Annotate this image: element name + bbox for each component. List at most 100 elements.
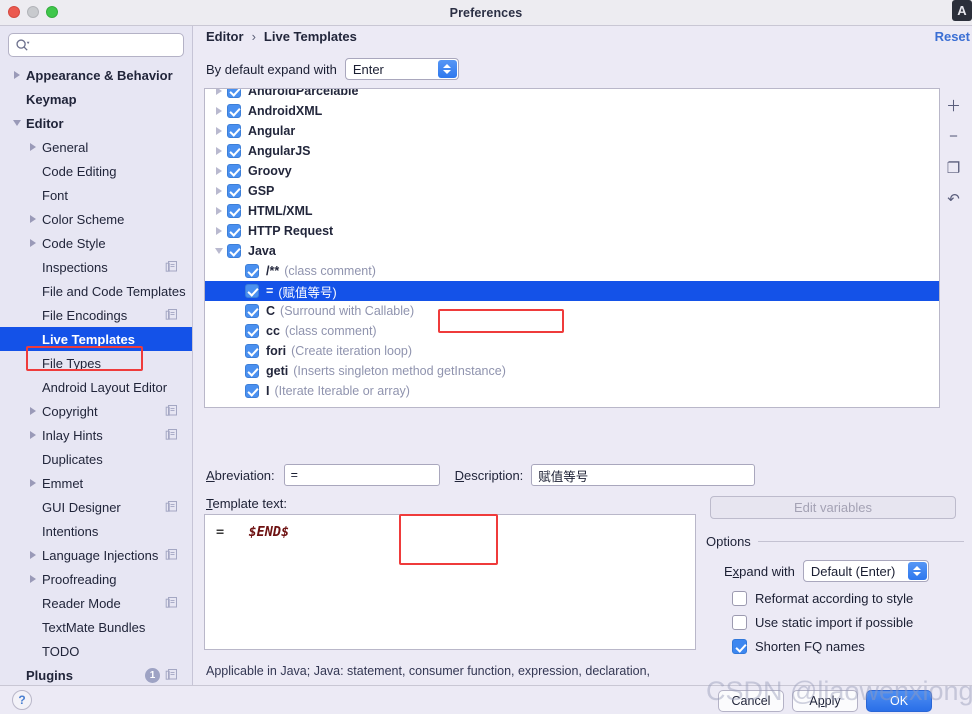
template-row[interactable]: AngularJS — [205, 141, 939, 161]
template-row[interactable]: Groovy — [205, 161, 939, 181]
template-enabled-checkbox[interactable] — [245, 344, 259, 358]
sidebar-item-editor[interactable]: Editor — [0, 111, 192, 135]
apply-button[interactable]: Ap ply — [792, 690, 858, 712]
chevron-right-icon[interactable] — [211, 227, 227, 235]
template-enabled-checkbox[interactable] — [227, 124, 241, 138]
edit-variables-button[interactable]: Edit variables — [710, 496, 956, 519]
option-checkbox-row[interactable]: Shorten FQ names — [706, 639, 964, 654]
option-checkbox[interactable] — [732, 591, 747, 606]
copy-settings-icon[interactable] — [165, 260, 178, 273]
sidebar-item-file-types[interactable]: File Types — [0, 351, 192, 375]
duplicate-template-button[interactable]: ❐ — [944, 158, 963, 177]
sidebar-item-keymap[interactable]: Keymap — [0, 87, 192, 111]
template-enabled-checkbox[interactable] — [227, 244, 241, 258]
remove-template-button[interactable]: − — [944, 127, 963, 146]
stepper-icon[interactable] — [437, 60, 457, 78]
revert-template-button[interactable]: ↶ — [944, 189, 963, 208]
template-enabled-checkbox[interactable] — [245, 264, 259, 278]
sidebar-item-emmet[interactable]: Emmet — [0, 471, 192, 495]
chevron-right-icon[interactable] — [211, 107, 227, 115]
template-row[interactable]: cc (class comment) — [205, 321, 939, 341]
maximize-button[interactable] — [46, 6, 58, 18]
template-enabled-checkbox[interactable] — [245, 304, 259, 318]
sidebar-item-duplicates[interactable]: Duplicates — [0, 447, 192, 471]
template-row[interactable]: AndroidXML — [205, 101, 939, 121]
copy-settings-icon[interactable] — [165, 668, 178, 681]
template-row[interactable]: I (Iterate Iterable or array) — [205, 381, 939, 401]
chevron-right-icon[interactable] — [26, 572, 40, 586]
copy-settings-icon[interactable] — [165, 548, 178, 561]
chevron-right-icon[interactable] — [211, 147, 227, 155]
option-checkbox-row[interactable]: Reformat according to style — [706, 591, 964, 606]
ok-button[interactable]: OK — [866, 690, 932, 712]
option-checkbox-row[interactable]: Use static import if possible — [706, 615, 964, 630]
copy-settings-icon[interactable] — [165, 428, 178, 441]
sidebar-item-gui-designer[interactable]: GUI Designer — [0, 495, 192, 519]
template-enabled-checkbox[interactable] — [245, 284, 259, 298]
template-row[interactable]: HTML/XML — [205, 201, 939, 221]
template-enabled-checkbox[interactable] — [227, 89, 241, 98]
stepper-icon[interactable] — [907, 562, 927, 580]
sidebar-item-android-layout-editor[interactable]: Android Layout Editor — [0, 375, 192, 399]
sidebar-item-font[interactable]: Font — [0, 183, 192, 207]
chevron-right-icon[interactable] — [211, 207, 227, 215]
template-enabled-checkbox[interactable] — [245, 364, 259, 378]
sidebar-item-proofreading[interactable]: Proofreading — [0, 567, 192, 591]
chevron-right-icon[interactable] — [26, 404, 40, 418]
template-enabled-checkbox[interactable] — [227, 164, 241, 178]
search-input[interactable] — [33, 37, 183, 53]
minimize-button[interactable] — [27, 6, 39, 18]
sidebar-item-textmate-bundles[interactable]: TextMate Bundles — [0, 615, 192, 639]
template-enabled-checkbox[interactable] — [227, 184, 241, 198]
sidebar-item-appearance-behavior[interactable]: Appearance & Behavior — [0, 63, 192, 87]
default-expand-select[interactable]: Enter — [344, 58, 459, 80]
sidebar-item-inlay-hints[interactable]: Inlay Hints — [0, 423, 192, 447]
reset-link[interactable]: Reset — [935, 29, 970, 44]
chevron-right-icon[interactable] — [211, 127, 227, 135]
copy-settings-icon[interactable] — [165, 596, 178, 609]
template-row[interactable]: fori (Create iteration loop) — [205, 341, 939, 361]
sidebar-item-inspections[interactable]: Inspections — [0, 255, 192, 279]
sidebar-item-code-style[interactable]: Code Style — [0, 231, 192, 255]
template-enabled-checkbox[interactable] — [227, 144, 241, 158]
template-row[interactable]: /** (class comment) — [205, 261, 939, 281]
option-checkbox[interactable] — [732, 639, 747, 654]
sidebar-item-plugins[interactable]: Plugins 1 — [0, 663, 192, 685]
chevron-right-icon[interactable] — [26, 476, 40, 490]
template-row[interactable]: GSP — [205, 181, 939, 201]
sidebar-item-intentions[interactable]: Intentions — [0, 519, 192, 543]
sidebar-item-code-editing[interactable]: Code Editing — [0, 159, 192, 183]
sidebar-item-file-and-code-templates[interactable]: File and Code Templates — [0, 279, 192, 303]
cancel-button[interactable]: Cancel — [718, 690, 784, 712]
chevron-right-icon[interactable] — [211, 89, 227, 95]
sidebar-item-language-injections[interactable]: Language Injections — [0, 543, 192, 567]
chevron-right-icon[interactable] — [26, 548, 40, 562]
template-enabled-checkbox[interactable] — [245, 384, 259, 398]
template-row[interactable]: Angular — [205, 121, 939, 141]
sidebar-item-todo[interactable]: TODO — [0, 639, 192, 663]
chevron-right-icon[interactable] — [26, 140, 40, 154]
template-enabled-checkbox[interactable] — [245, 324, 259, 338]
close-button[interactable] — [8, 6, 20, 18]
chevron-right-icon[interactable] — [211, 187, 227, 195]
description-input[interactable]: 赋值等号 — [531, 464, 756, 486]
option-expand-with-select[interactable]: Default (Enter) — [802, 560, 929, 582]
option-checkbox[interactable] — [732, 615, 747, 630]
chevron-right-icon[interactable] — [26, 236, 40, 250]
search-box[interactable] — [8, 33, 184, 57]
add-template-button[interactable]: ＋ — [944, 96, 963, 115]
chevron-down-icon[interactable] — [10, 116, 24, 130]
sidebar-item-color-scheme[interactable]: Color Scheme — [0, 207, 192, 231]
sidebar-item-general[interactable]: General — [0, 135, 192, 159]
copy-settings-icon[interactable] — [165, 404, 178, 417]
template-row[interactable]: AndroidParcelable — [205, 89, 939, 101]
template-row[interactable]: HTTP Request — [205, 221, 939, 241]
help-button[interactable]: ? — [12, 690, 32, 710]
template-enabled-checkbox[interactable] — [227, 224, 241, 238]
template-enabled-checkbox[interactable] — [227, 204, 241, 218]
template-enabled-checkbox[interactable] — [227, 104, 241, 118]
sidebar-item-reader-mode[interactable]: Reader Mode — [0, 591, 192, 615]
sidebar-item-live-templates[interactable]: Live Templates — [0, 327, 192, 351]
sidebar-item-file-encodings[interactable]: File Encodings — [0, 303, 192, 327]
abbreviation-input[interactable]: = — [283, 464, 440, 486]
